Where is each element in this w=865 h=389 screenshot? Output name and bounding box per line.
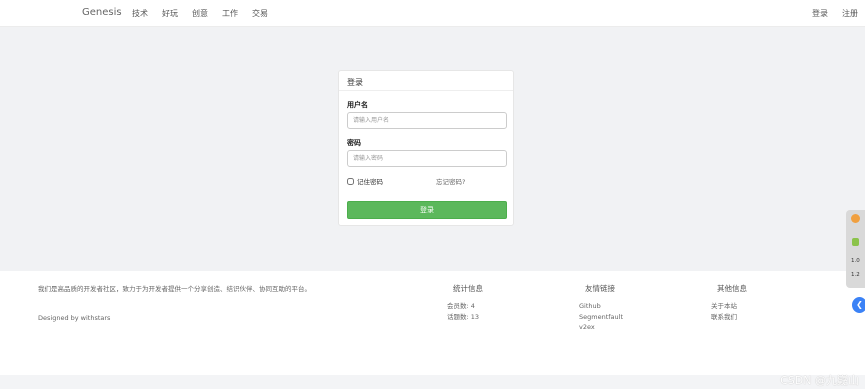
login-card: 登录 用户名 密码 记住密码 忘记密码? 登录	[338, 70, 514, 226]
site-footer: 我们是高品质的开发者社区，致力于为开发者提供一个分享创造、结识伙伴、协同互助的平…	[0, 271, 865, 375]
panel-text-2: 1.2	[851, 272, 860, 278]
panel-text-1: 1.0	[851, 258, 860, 264]
username-label: 用户名	[347, 101, 368, 109]
link-github[interactable]: Github	[579, 301, 623, 312]
brand-logo[interactable]: Genesis	[82, 7, 122, 18]
footer-other-column: 其他信息 关于本站 联系我们	[711, 283, 747, 322]
footer-designed-by: Designed by withstars	[38, 314, 111, 322]
nav-item-fun[interactable]: 好玩	[162, 8, 178, 19]
nav-item-trade[interactable]: 交易	[252, 8, 268, 19]
forgot-password-link[interactable]: 忘记密码?	[436, 176, 465, 186]
username-input[interactable]	[347, 112, 507, 129]
nav-item-creative[interactable]: 创意	[192, 8, 208, 19]
footer-stats-column: 统计信息 会员数: 4 话题数: 13	[447, 283, 483, 322]
bottom-strip	[0, 375, 865, 389]
links-title: 友情链接	[585, 284, 615, 293]
chevron-left-icon[interactable]: ❮	[852, 297, 865, 313]
orange-badge-icon[interactable]	[851, 214, 860, 223]
password-input[interactable]	[347, 150, 507, 167]
login-button[interactable]: 登录	[347, 201, 507, 219]
remember-label: 记住密码	[357, 178, 383, 186]
stats-topics: 话题数: 13	[447, 312, 480, 321]
remember-me[interactable]: 记住密码	[347, 176, 383, 186]
link-contact[interactable]: 联系我们	[711, 312, 747, 323]
link-v2ex[interactable]: v2ex	[579, 322, 623, 333]
floating-side-panel[interactable]: 1.0 1.2	[846, 210, 865, 288]
auth-nav: 登录 注册	[812, 8, 858, 19]
nav-login-link[interactable]: 登录	[812, 8, 828, 19]
main-nav: 技术 好玩 创意 工作 交易	[132, 8, 268, 19]
stats-title: 统计信息	[453, 284, 483, 293]
top-navbar: Genesis 技术 好玩 创意 工作 交易 登录 注册	[0, 0, 865, 27]
nav-item-tech[interactable]: 技术	[132, 8, 148, 19]
watermark: CSDN @九嶷山	[780, 374, 859, 387]
remember-checkbox[interactable]	[347, 177, 354, 185]
footer-links-column: 友情链接 Github Segmentfault v2ex	[579, 283, 623, 333]
login-card-title: 登录	[339, 71, 513, 91]
nav-item-jobs[interactable]: 工作	[222, 8, 238, 19]
stats-members: 会员数: 4	[447, 302, 475, 310]
other-title: 其他信息	[717, 284, 747, 293]
link-about-site[interactable]: 关于本站	[711, 301, 747, 312]
nav-register-link[interactable]: 注册	[842, 8, 858, 19]
green-status-icon[interactable]	[852, 238, 859, 246]
link-segmentfault[interactable]: Segmentfault	[579, 312, 623, 323]
footer-about-text: 我们是高品质的开发者社区，致力于为开发者提供一个分享创造、结识伙伴、协同互助的平…	[38, 285, 311, 293]
password-label: 密码	[347, 139, 361, 147]
